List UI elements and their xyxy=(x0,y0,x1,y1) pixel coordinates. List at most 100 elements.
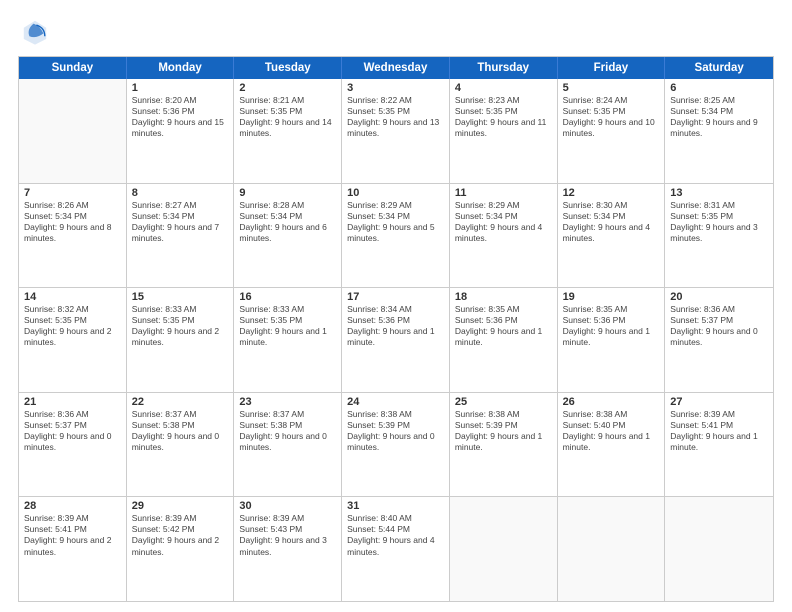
calendar-cell: 22 Sunrise: 8:37 AM Sunset: 5:38 PM Dayl… xyxy=(127,393,235,497)
sunset-text: Sunset: 5:38 PM xyxy=(239,420,336,431)
calendar-cell xyxy=(19,79,127,183)
day-number: 3 xyxy=(347,82,444,94)
day-number: 20 xyxy=(670,291,768,303)
day-number: 18 xyxy=(455,291,552,303)
sunrise-text: Sunrise: 8:26 AM xyxy=(24,200,121,211)
sunset-text: Sunset: 5:36 PM xyxy=(455,315,552,326)
weekday-header-tuesday: Tuesday xyxy=(234,57,342,79)
calendar-cell: 9 Sunrise: 8:28 AM Sunset: 5:34 PM Dayli… xyxy=(234,184,342,288)
calendar-cell: 4 Sunrise: 8:23 AM Sunset: 5:35 PM Dayli… xyxy=(450,79,558,183)
daylight-text: Daylight: 9 hours and 9 minutes. xyxy=(670,117,768,139)
day-number: 6 xyxy=(670,82,768,94)
calendar-cell xyxy=(450,497,558,601)
calendar-cell: 27 Sunrise: 8:39 AM Sunset: 5:41 PM Dayl… xyxy=(665,393,773,497)
sunrise-text: Sunrise: 8:33 AM xyxy=(239,304,336,315)
calendar-cell: 18 Sunrise: 8:35 AM Sunset: 5:36 PM Dayl… xyxy=(450,288,558,392)
calendar-cell: 19 Sunrise: 8:35 AM Sunset: 5:36 PM Dayl… xyxy=(558,288,666,392)
weekday-header-friday: Friday xyxy=(558,57,666,79)
calendar-cell xyxy=(558,497,666,601)
sunrise-text: Sunrise: 8:27 AM xyxy=(132,200,229,211)
sunrise-text: Sunrise: 8:23 AM xyxy=(455,95,552,106)
daylight-text: Daylight: 9 hours and 0 minutes. xyxy=(670,326,768,348)
day-number: 22 xyxy=(132,396,229,408)
daylight-text: Daylight: 9 hours and 0 minutes. xyxy=(132,431,229,453)
sunset-text: Sunset: 5:35 PM xyxy=(239,106,336,117)
calendar-cell: 15 Sunrise: 8:33 AM Sunset: 5:35 PM Dayl… xyxy=(127,288,235,392)
daylight-text: Daylight: 9 hours and 13 minutes. xyxy=(347,117,444,139)
day-number: 29 xyxy=(132,500,229,512)
logo-icon xyxy=(21,18,49,46)
sunset-text: Sunset: 5:34 PM xyxy=(563,211,660,222)
sunset-text: Sunset: 5:34 PM xyxy=(455,211,552,222)
sunset-text: Sunset: 5:36 PM xyxy=(563,315,660,326)
day-number: 4 xyxy=(455,82,552,94)
sunrise-text: Sunrise: 8:28 AM xyxy=(239,200,336,211)
day-number: 15 xyxy=(132,291,229,303)
sunrise-text: Sunrise: 8:31 AM xyxy=(670,200,768,211)
sunrise-text: Sunrise: 8:21 AM xyxy=(239,95,336,106)
sunrise-text: Sunrise: 8:37 AM xyxy=(132,409,229,420)
calendar-week-1: 1 Sunrise: 8:20 AM Sunset: 5:36 PM Dayli… xyxy=(19,79,773,184)
daylight-text: Daylight: 9 hours and 2 minutes. xyxy=(132,326,229,348)
calendar-cell: 8 Sunrise: 8:27 AM Sunset: 5:34 PM Dayli… xyxy=(127,184,235,288)
calendar-cell: 17 Sunrise: 8:34 AM Sunset: 5:36 PM Dayl… xyxy=(342,288,450,392)
day-number: 12 xyxy=(563,187,660,199)
day-number: 26 xyxy=(563,396,660,408)
day-number: 7 xyxy=(24,187,121,199)
calendar-cell: 25 Sunrise: 8:38 AM Sunset: 5:39 PM Dayl… xyxy=(450,393,558,497)
sunrise-text: Sunrise: 8:37 AM xyxy=(239,409,336,420)
day-number: 16 xyxy=(239,291,336,303)
logo xyxy=(18,18,49,46)
daylight-text: Daylight: 9 hours and 11 minutes. xyxy=(455,117,552,139)
calendar-cell: 31 Sunrise: 8:40 AM Sunset: 5:44 PM Dayl… xyxy=(342,497,450,601)
calendar-cell: 20 Sunrise: 8:36 AM Sunset: 5:37 PM Dayl… xyxy=(665,288,773,392)
daylight-text: Daylight: 9 hours and 1 minute. xyxy=(563,431,660,453)
day-number: 13 xyxy=(670,187,768,199)
day-number: 2 xyxy=(239,82,336,94)
weekday-header-monday: Monday xyxy=(127,57,235,79)
weekday-header-thursday: Thursday xyxy=(450,57,558,79)
sunset-text: Sunset: 5:39 PM xyxy=(347,420,444,431)
daylight-text: Daylight: 9 hours and 4 minutes. xyxy=(347,535,444,557)
sunrise-text: Sunrise: 8:24 AM xyxy=(563,95,660,106)
calendar-cell: 6 Sunrise: 8:25 AM Sunset: 5:34 PM Dayli… xyxy=(665,79,773,183)
day-number: 1 xyxy=(132,82,229,94)
sunset-text: Sunset: 5:36 PM xyxy=(132,106,229,117)
sunrise-text: Sunrise: 8:40 AM xyxy=(347,513,444,524)
calendar: SundayMondayTuesdayWednesdayThursdayFrid… xyxy=(18,56,774,602)
calendar-body: 1 Sunrise: 8:20 AM Sunset: 5:36 PM Dayli… xyxy=(19,79,773,601)
daylight-text: Daylight: 9 hours and 5 minutes. xyxy=(347,222,444,244)
sunrise-text: Sunrise: 8:39 AM xyxy=(132,513,229,524)
calendar-cell: 11 Sunrise: 8:29 AM Sunset: 5:34 PM Dayl… xyxy=(450,184,558,288)
daylight-text: Daylight: 9 hours and 4 minutes. xyxy=(455,222,552,244)
daylight-text: Daylight: 9 hours and 3 minutes. xyxy=(239,535,336,557)
calendar-week-5: 28 Sunrise: 8:39 AM Sunset: 5:41 PM Dayl… xyxy=(19,497,773,601)
day-number: 24 xyxy=(347,396,444,408)
sunrise-text: Sunrise: 8:39 AM xyxy=(670,409,768,420)
daylight-text: Daylight: 9 hours and 7 minutes. xyxy=(132,222,229,244)
daylight-text: Daylight: 9 hours and 1 minute. xyxy=(455,431,552,453)
header xyxy=(18,18,774,46)
calendar-cell: 21 Sunrise: 8:36 AM Sunset: 5:37 PM Dayl… xyxy=(19,393,127,497)
sunrise-text: Sunrise: 8:39 AM xyxy=(24,513,121,524)
weekday-header-wednesday: Wednesday xyxy=(342,57,450,79)
calendar-cell xyxy=(665,497,773,601)
weekday-header-sunday: Sunday xyxy=(19,57,127,79)
daylight-text: Daylight: 9 hours and 0 minutes. xyxy=(239,431,336,453)
daylight-text: Daylight: 9 hours and 2 minutes. xyxy=(132,535,229,557)
sunset-text: Sunset: 5:34 PM xyxy=(347,211,444,222)
day-number: 28 xyxy=(24,500,121,512)
sunset-text: Sunset: 5:41 PM xyxy=(24,524,121,535)
day-number: 8 xyxy=(132,187,229,199)
sunset-text: Sunset: 5:37 PM xyxy=(24,420,121,431)
calendar-cell: 28 Sunrise: 8:39 AM Sunset: 5:41 PM Dayl… xyxy=(19,497,127,601)
sunset-text: Sunset: 5:35 PM xyxy=(24,315,121,326)
sunrise-text: Sunrise: 8:34 AM xyxy=(347,304,444,315)
sunset-text: Sunset: 5:41 PM xyxy=(670,420,768,431)
day-number: 30 xyxy=(239,500,336,512)
sunset-text: Sunset: 5:43 PM xyxy=(239,524,336,535)
page: SundayMondayTuesdayWednesdayThursdayFrid… xyxy=(0,0,792,612)
sunset-text: Sunset: 5:39 PM xyxy=(455,420,552,431)
day-number: 19 xyxy=(563,291,660,303)
sunset-text: Sunset: 5:34 PM xyxy=(132,211,229,222)
